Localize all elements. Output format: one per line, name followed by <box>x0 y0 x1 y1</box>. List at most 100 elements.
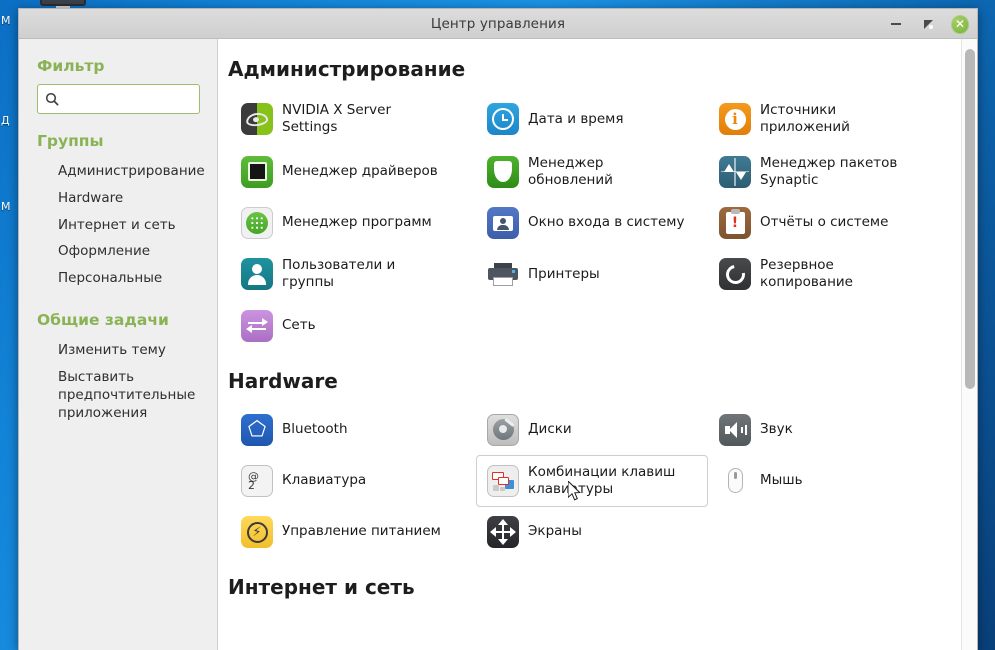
app-label: Диски <box>528 420 572 437</box>
app-network[interactable]: Сеть <box>230 301 476 351</box>
minimize-icon <box>891 23 901 25</box>
app-label: Менеджер программ <box>282 214 432 231</box>
app-login-window[interactable]: Окно входа в систему <box>476 198 708 248</box>
window-titlebar[interactable]: Центр управления ✕ <box>19 9 977 39</box>
disks-icon <box>487 413 519 446</box>
printer-icon <box>487 258 519 290</box>
app-label: NVIDIA X Server Settings <box>282 102 392 136</box>
section-title-administration: Администрирование <box>228 57 466 81</box>
scrollbar-thumb[interactable] <box>965 49 975 389</box>
app-label: Источники приложений <box>760 102 850 136</box>
app-label: Менеджер драйверов <box>282 163 438 180</box>
power-icon: ⚡ <box>241 516 273 549</box>
app-power-management[interactable]: ⚡ Управление питанием <box>230 507 476 557</box>
app-label: Резервное копирование <box>760 257 853 291</box>
sidebar: Фильтр Группы Администрирование Hardware… <box>19 39 218 650</box>
network-icon <box>241 309 273 342</box>
window-title: Центр управления <box>430 15 566 32</box>
app-system-reports[interactable]: ! Отчёты о системе <box>708 198 961 248</box>
sidebar-item-hardware[interactable]: Hardware <box>19 186 217 213</box>
app-nvidia-x-server-settings[interactable]: NVIDIA X Server Settings <box>230 93 476 146</box>
app-date-and-time[interactable]: Дата и время <box>476 93 708 146</box>
app-label: Управление питанием <box>282 523 441 540</box>
content-area: Администрирование NVIDIA X Server Settin… <box>218 39 977 650</box>
sound-icon <box>719 413 751 446</box>
sidebar-item-internet[interactable]: Интернет и сеть <box>19 213 217 240</box>
content-scrollbar[interactable] <box>961 39 977 650</box>
app-software-manager[interactable]: Менеджер программ <box>230 198 476 248</box>
search-box[interactable] <box>37 84 217 114</box>
window-body: Фильтр Группы Администрирование Hardware… <box>19 39 977 650</box>
maximize-button[interactable] <box>919 15 937 33</box>
sidebar-item-personal[interactable]: Персональные <box>19 266 217 293</box>
app-label: Окно входа в систему <box>528 214 685 231</box>
app-software-sources[interactable]: i Источники приложений <box>708 93 961 146</box>
app-keyboard-shortcuts[interactable]: Комбинации клавиш клавиатуры <box>476 454 708 508</box>
shield-icon <box>487 155 519 188</box>
app-bluetooth[interactable]: ⬠ Bluetooth <box>230 405 476 455</box>
app-label: Мышь <box>760 472 803 489</box>
maximize-icon <box>923 19 933 29</box>
app-sound[interactable]: Звук <box>708 405 961 455</box>
bluetooth-icon: ⬠ <box>241 413 273 446</box>
info-circle-icon: i <box>719 103 751 136</box>
close-button[interactable]: ✕ <box>951 14 969 34</box>
system-reports-icon: ! <box>719 207 751 240</box>
app-mouse[interactable]: Мышь <box>708 455 961 508</box>
close-icon: ✕ <box>951 14 969 34</box>
desktop-label-3[interactable]: М <box>1 200 15 213</box>
control-center-window: Центр управления ✕ Фильтр Группы Админис… <box>18 8 978 650</box>
login-window-icon <box>487 207 519 240</box>
app-users-and-groups[interactable]: Пользователи и группы <box>230 248 476 301</box>
app-displays[interactable]: Экраны <box>476 507 708 557</box>
filter-heading: Фильтр <box>37 57 105 75</box>
clock-icon <box>487 103 519 136</box>
synaptic-icon <box>719 155 751 188</box>
app-disks[interactable]: Диски <box>476 405 708 455</box>
nvidia-icon <box>241 103 273 136</box>
app-label: Звук <box>760 420 793 437</box>
app-label: Отчёты о системе <box>760 214 889 231</box>
app-label: Комбинации клавиш клавиатуры <box>528 463 676 497</box>
displays-icon <box>487 516 519 549</box>
users-icon <box>241 258 273 291</box>
backup-icon <box>719 258 751 291</box>
desktop-label-2[interactable]: Д <box>1 114 15 127</box>
app-keyboard[interactable]: @2 Клавиатура <box>230 455 476 508</box>
window-controls: ✕ <box>887 9 969 39</box>
search-icon <box>44 92 60 106</box>
minimize-button[interactable] <box>887 15 905 33</box>
search-input[interactable] <box>60 89 217 109</box>
app-label: Дата и время <box>528 110 624 127</box>
app-label: Bluetooth <box>282 420 348 437</box>
driver-manager-icon <box>241 155 273 188</box>
task-preferred-applications[interactable]: Выставить предпочтительные приложения <box>19 365 217 427</box>
task-change-theme[interactable]: Изменить тему <box>19 338 217 365</box>
common-tasks-list: Изменить тему Выставить предпочтительные… <box>19 338 217 427</box>
groups-heading: Группы <box>37 132 104 150</box>
mouse-icon <box>719 465 751 497</box>
sidebar-item-administration[interactable]: Администрирование <box>19 159 217 186</box>
app-label: Экраны <box>528 523 582 540</box>
content-scroll-region: Администрирование NVIDIA X Server Settin… <box>218 39 961 650</box>
app-synaptic-package-manager[interactable]: Менеджер пакетов Synaptic <box>708 146 961 199</box>
app-driver-manager[interactable]: Менеджер драйверов <box>230 146 476 199</box>
desktop: М Д М Центр управления ✕ Фильтр Группы А… <box>0 0 995 650</box>
app-label: Менеджер пакетов Synaptic <box>760 154 898 188</box>
section-grid-hardware: ⬠ Bluetooth Диски Звук @ 2 Клавиатура Ко… <box>218 405 961 558</box>
app-update-manager[interactable]: Менеджер обновлений <box>476 146 708 199</box>
app-backup-tool[interactable]: Резервное копирование <box>708 248 961 301</box>
app-printers[interactable]: Принтеры <box>476 248 708 301</box>
sidebar-item-appearance[interactable]: Оформление <box>19 239 217 266</box>
app-label: Принтеры <box>528 265 600 282</box>
groups-list: Администрирование Hardware Интернет и се… <box>19 159 217 293</box>
keyboard-icon: @2 <box>241 464 273 497</box>
desktop-label-1[interactable]: М <box>1 14 15 27</box>
app-label: Сеть <box>282 316 316 333</box>
keyboard-shortcuts-icon <box>487 464 519 497</box>
app-label: Пользователи и группы <box>282 257 396 291</box>
app-label: Клавиатура <box>282 472 367 489</box>
software-manager-icon <box>241 207 273 240</box>
app-label: Менеджер обновлений <box>528 154 613 188</box>
section-title-internet: Интернет и сеть <box>228 575 415 600</box>
